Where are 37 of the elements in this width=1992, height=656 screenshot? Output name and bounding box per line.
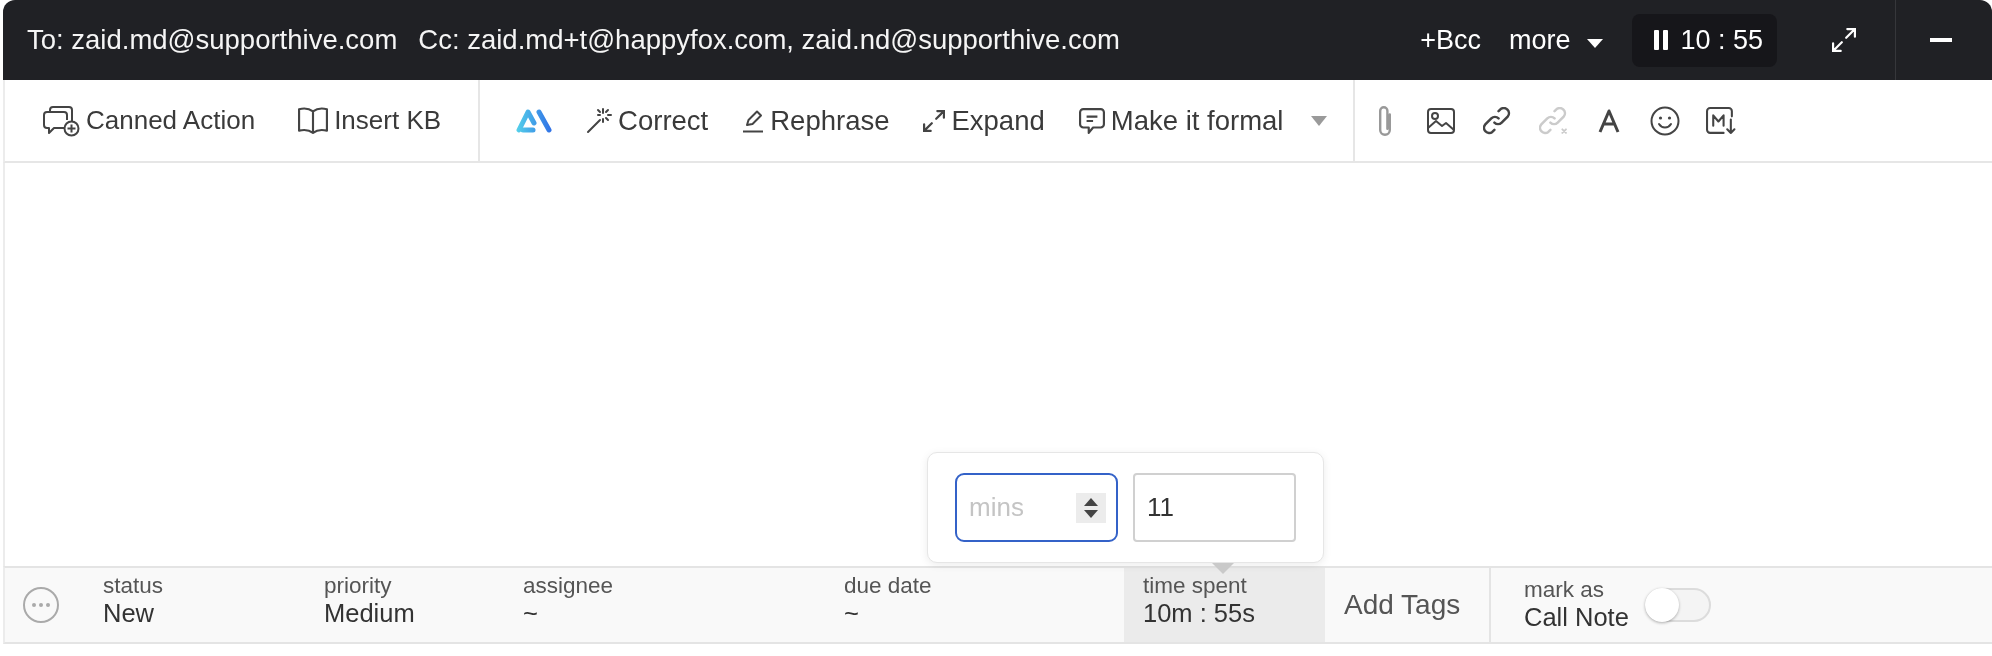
rephrase-button[interactable]: Rephrase [742, 104, 890, 137]
mark-as-label: mark as [1524, 576, 1605, 602]
book-icon [298, 106, 329, 135]
expand-icon[interactable] [1832, 28, 1856, 52]
to-recipients[interactable]: To: zaid.md@supporthive.com [27, 24, 398, 56]
cc-recipients[interactable]: Cc: zaid.md+t@happyfox.com, zaid.nd@supporthive.com [418, 24, 1120, 56]
expand-button[interactable]: Expand [923, 104, 1045, 137]
formal-tone-button[interactable]: Make it formal [1078, 104, 1284, 137]
chat-icon [1078, 107, 1105, 134]
popover-arrow-icon [1212, 563, 1234, 574]
logo-icon[interactable] [516, 108, 553, 133]
paperclip-icon[interactable] [1379, 105, 1392, 136]
note-type-value: Call Note [1524, 601, 1629, 632]
timer-button[interactable]: 10 : 55 [1632, 13, 1777, 67]
more-button[interactable]: more [1508, 24, 1604, 56]
smiley-icon[interactable] [1650, 105, 1681, 136]
image-icon[interactable] [1427, 107, 1456, 134]
add-tags-button[interactable]: Add Tags [1325, 568, 1489, 642]
bcc-button[interactable]: +Bcc [1420, 24, 1481, 56]
caret-icon [1587, 38, 1604, 48]
correct-button[interactable]: Correct [586, 104, 709, 137]
time-spent-button[interactable]: time spent 10m : 55s [1124, 568, 1325, 642]
font-icon[interactable] [1598, 108, 1621, 133]
wand-icon [586, 107, 613, 134]
call-note-toggle[interactable] [1644, 588, 1711, 622]
caret-icon[interactable] [1311, 115, 1328, 126]
expand-icon [923, 109, 946, 132]
pause-icon [1654, 30, 1669, 50]
seconds-input[interactable]: 11 [1133, 473, 1296, 542]
pencil-icon [742, 108, 765, 133]
chat-plus-icon [42, 104, 80, 137]
stepper-icon[interactable] [1076, 493, 1106, 523]
markdown-icon[interactable] [1706, 106, 1737, 135]
canned-action-button[interactable]: Canned Action [42, 104, 256, 137]
minutes-input[interactable]: mins [955, 473, 1118, 542]
insert-kb-button[interactable]: Insert KB [298, 105, 442, 136]
link-icon[interactable] [1483, 106, 1512, 135]
